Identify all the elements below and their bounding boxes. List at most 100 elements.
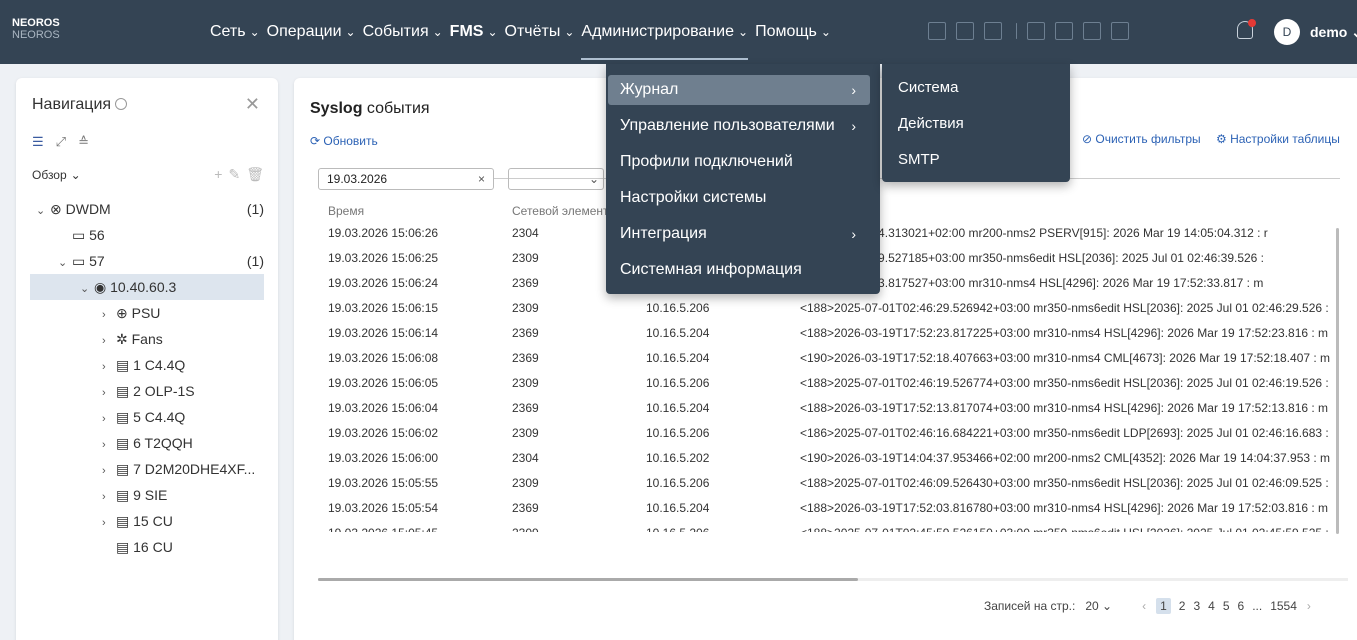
brand-logo[interactable]: NEOROS NEOROS [12, 17, 60, 41]
nav-item-3[interactable]: FMS ⌄ [450, 0, 498, 64]
edit-icon[interactable]: ✎ [228, 166, 240, 183]
page-link[interactable]: ... [1252, 599, 1262, 613]
tree-node[interactable]: › ⊕ PSU [30, 300, 264, 326]
table-row[interactable]: 19.03.2026 15:06:08 2369 10.16.5.204 <190>2… [318, 345, 1348, 370]
page-link[interactable]: 1554 [1270, 599, 1297, 613]
nav-item-1[interactable]: Операции ⌄ [267, 0, 356, 64]
chevron-down-icon[interactable]: ⌄ [58, 250, 72, 276]
menu-item[interactable]: Управление пользователями › [606, 108, 880, 144]
tree-node[interactable]: ⌄ ▭ 57 (1) [30, 248, 264, 274]
refresh-button[interactable]: ⟳ Обновить [310, 134, 378, 148]
search-icon[interactable] [115, 98, 127, 110]
column-header[interactable]: Время [328, 204, 364, 218]
menu-item[interactable]: Профили подключений [606, 144, 880, 180]
topology-icon[interactable] [1027, 22, 1045, 40]
avatar[interactable]: D [1274, 19, 1300, 45]
tree-node[interactable]: › ▤ 1 C4.4Q [30, 352, 264, 378]
submenu-item[interactable]: SMTP [882, 142, 1070, 178]
chart-icon[interactable] [1111, 22, 1129, 40]
toolbar-divider [1016, 23, 1017, 39]
tree-node[interactable]: › ▤ 6 T2QQH [30, 430, 264, 456]
per-page-select[interactable]: 20 ⌄ [1085, 599, 1112, 613]
chevron-right-icon[interactable]: › [102, 328, 116, 354]
menu-item[interactable]: Журнал › [606, 72, 880, 108]
tree-node[interactable]: ▤ 16 CU [30, 534, 264, 560]
prev-page-icon[interactable]: ‹ [1142, 599, 1146, 613]
date-filter-input[interactable]: 19.03.2026 × [318, 168, 494, 190]
table-cell: 19.03.2026 15:06:14 [328, 326, 439, 340]
table-cell: 2304 [512, 451, 539, 465]
user-menu[interactable]: demo ⌄ [1310, 24, 1357, 41]
chevron-right-icon[interactable]: › [102, 484, 116, 510]
chevron-right-icon[interactable]: › [102, 354, 116, 380]
table-row[interactable]: 19.03.2026 15:06:05 2309 10.16.5.206 <188>2… [318, 370, 1348, 395]
expand-icon[interactable]: ⤢ [56, 134, 66, 150]
horizontal-scrollbar[interactable] [318, 578, 1348, 581]
menu-item[interactable]: Системная информация [606, 252, 880, 288]
table-row[interactable]: 19.03.2026 15:05:54 2369 10.16.5.204 <188>2… [318, 495, 1348, 520]
list-icon[interactable] [1055, 22, 1073, 40]
nav-item-2[interactable]: События ⌄ [363, 0, 443, 64]
tree-node[interactable]: ⌄ ◉ 10.40.60.3 [30, 274, 264, 300]
page-link[interactable]: 2 [1179, 599, 1186, 613]
list-view-icon[interactable]: ☰ [32, 134, 44, 150]
page-link[interactable]: 3 [1193, 599, 1200, 613]
tree-node[interactable]: › ▤ 15 CU [30, 508, 264, 534]
column-header[interactable]: Сетевой элемент [512, 204, 609, 218]
table-cell: 2309 [512, 476, 539, 490]
page-link[interactable]: 1 [1156, 598, 1171, 614]
nav-item-0[interactable]: Сеть ⌄ [210, 0, 260, 64]
table-row[interactable]: 19.03.2026 15:06:15 2309 10.16.5.206 <188>2… [318, 295, 1348, 320]
grid-icon[interactable] [928, 22, 946, 40]
nav-item-4[interactable]: Отчёты ⌄ [505, 0, 575, 64]
chevron-down-icon[interactable]: ⌄ [36, 198, 50, 224]
close-icon[interactable]: ✕ [245, 94, 260, 115]
table-row[interactable]: 19.03.2026 15:06:14 2369 10.16.5.204 <188>2… [318, 320, 1348, 345]
submenu-item[interactable]: Система [882, 70, 1070, 106]
next-page-icon[interactable]: › [1307, 599, 1311, 613]
table-row[interactable]: 19.03.2026 15:06:00 2304 10.16.5.202 <190>2… [318, 445, 1348, 470]
tree-node[interactable]: › ▤ 7 D2M20DHE4XF... [30, 456, 264, 482]
tree-node[interactable]: ⌄ ⊗ DWDM (1) [30, 196, 264, 222]
submenu-item[interactable]: Действия [882, 106, 1070, 142]
document-icon[interactable] [1083, 22, 1101, 40]
vertical-scrollbar[interactable] [1336, 228, 1339, 534]
delete-icon[interactable]: 🗑 [246, 166, 264, 183]
tree-tools: ☰ ⤢ ≙ [32, 134, 89, 150]
clear-filters-button[interactable]: ⊘ Очистить фильтры [1082, 132, 1201, 146]
collapse-icon[interactable]: ≙ [78, 134, 89, 150]
menu-item[interactable]: Интеграция › [606, 216, 880, 252]
chevron-down-icon[interactable]: ⌄ [80, 276, 94, 302]
device-filter-select[interactable]: ⌄ [508, 168, 604, 190]
tree-node[interactable]: › ▤ 2 OLP-1S [30, 378, 264, 404]
chevron-right-icon[interactable]: › [102, 406, 116, 432]
chevron-right-icon[interactable]: › [102, 302, 116, 328]
page-link[interactable]: 5 [1223, 599, 1230, 613]
tree-node[interactable]: › ▤ 9 SIE [30, 482, 264, 508]
table-row[interactable]: 19.03.2026 15:06:02 2309 10.16.5.206 <186>2… [318, 420, 1348, 445]
overview-select[interactable]: Обзор ⌄ [32, 168, 81, 182]
menu-item-label: Журнал [620, 81, 679, 98]
chevron-right-icon[interactable]: › [102, 380, 116, 406]
users-icon[interactable] [956, 22, 974, 40]
clear-date-icon[interactable]: × [478, 169, 485, 189]
add-icon[interactable]: + [214, 166, 222, 183]
page-link[interactable]: 6 [1238, 599, 1245, 613]
table-row[interactable]: 19.03.2026 15:05:55 2309 10.16.5.206 <188>2… [318, 470, 1348, 495]
tree-node[interactable]: › ▤ 5 C4.4Q [30, 404, 264, 430]
bell-icon[interactable] [1237, 19, 1256, 39]
chevron-right-icon[interactable]: › [102, 432, 116, 458]
tree-node[interactable]: ▭ 56 [30, 222, 264, 248]
chevron-right-icon[interactable]: › [102, 458, 116, 484]
nav-item-6[interactable]: Помощь ⌄ [755, 0, 831, 64]
menu-item[interactable]: Настройки системы [606, 180, 880, 216]
table-row[interactable]: 19.03.2026 15:05:45 2309 10.16.5.206 <188>2… [318, 520, 1348, 532]
tree-node[interactable]: › ✲ Fans [30, 326, 264, 352]
chevron-right-icon[interactable]: › [102, 510, 116, 536]
nav-item-5[interactable]: Администрирование ⌄ [581, 0, 748, 64]
warning-icon[interactable] [984, 22, 1002, 40]
page-link[interactable]: 4 [1208, 599, 1215, 613]
table-row[interactable]: 19.03.2026 15:06:04 2369 10.16.5.204 <188>2… [318, 395, 1348, 420]
scroll-thumb[interactable] [318, 578, 858, 581]
table-settings-button[interactable]: ⚙ Настройки таблицы [1216, 132, 1340, 146]
